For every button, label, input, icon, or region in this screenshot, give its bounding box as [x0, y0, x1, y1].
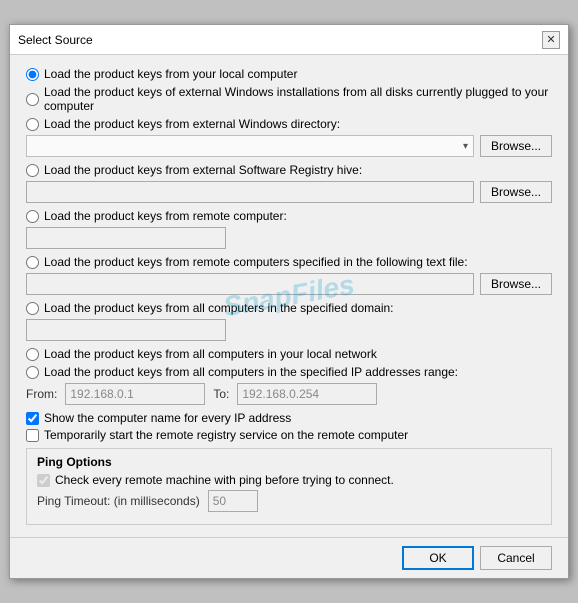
ip-range-row: From: To: — [26, 383, 552, 405]
dialog-inner: Load the product keys from your local co… — [10, 55, 568, 537]
from-label: From: — [26, 387, 57, 401]
ping-timeout-row: Ping Timeout: (in milliseconds) — [37, 490, 541, 512]
option-text-2: Load the product keys of external Window… — [44, 85, 552, 113]
to-label: To: — [213, 387, 229, 401]
domain-input[interactable] — [26, 319, 226, 341]
option-text-6: Load the product keys from remote comput… — [44, 255, 468, 269]
option-row-4: Load the product keys from external Soft… — [26, 163, 552, 177]
dropdown-wrapper-3 — [26, 135, 474, 157]
option-text-7: Load the product keys from all computers… — [44, 301, 394, 315]
checkbox-text-2: Temporarily start the remote registry se… — [44, 428, 408, 442]
option-row-6: Load the product keys from remote comput… — [26, 255, 552, 269]
radio-opt1[interactable] — [26, 68, 39, 81]
checkbox-label-2[interactable]: Temporarily start the remote registry se… — [26, 428, 408, 442]
option-text-9: Load the product keys from all computers… — [44, 365, 458, 379]
radio-opt3[interactable] — [26, 118, 39, 131]
option-label-9[interactable]: Load the product keys from all computers… — [26, 365, 458, 379]
option-row-5: Load the product keys from remote comput… — [26, 209, 552, 223]
to-ip-input[interactable] — [237, 383, 377, 405]
radio-opt8[interactable] — [26, 348, 39, 361]
ping-section: Ping Options Check every remote machine … — [26, 448, 552, 525]
checkbox-label-1[interactable]: Show the computer name for every IP addr… — [26, 411, 291, 425]
option-row-2: Load the product keys of external Window… — [26, 85, 552, 113]
title-bar: Select Source ✕ — [10, 25, 568, 55]
input-row-4: Browse... — [26, 181, 552, 203]
option-label-6[interactable]: Load the product keys from remote comput… — [26, 255, 468, 269]
input-row-7 — [26, 319, 552, 341]
option-row-8: Load the product keys from all computers… — [26, 347, 552, 361]
dialog-title: Select Source — [18, 33, 93, 47]
dropdown-row-3: Browse... — [26, 135, 552, 157]
windows-dir-dropdown[interactable] — [26, 135, 474, 157]
option-row-7: Load the product keys from all computers… — [26, 301, 552, 315]
select-source-dialog: Select Source ✕ Load the product keys fr… — [9, 24, 569, 579]
radio-opt4[interactable] — [26, 164, 39, 177]
checkbox-row-2: Temporarily start the remote registry se… — [26, 428, 552, 442]
option-row-9: Load the product keys from all computers… — [26, 365, 552, 379]
option-label-7[interactable]: Load the product keys from all computers… — [26, 301, 394, 315]
checkbox-text-1: Show the computer name for every IP addr… — [44, 411, 291, 425]
remote-computer-input[interactable] — [26, 227, 226, 249]
radio-opt6[interactable] — [26, 256, 39, 269]
option-text-4: Load the product keys from external Soft… — [44, 163, 362, 177]
option-label-8[interactable]: Load the product keys from all computers… — [26, 347, 377, 361]
browse-btn-4[interactable]: Browse... — [480, 181, 552, 203]
radio-opt2[interactable] — [26, 93, 39, 106]
ping-checkbox-label: Check every remote machine with ping bef… — [37, 473, 394, 487]
option-text-3: Load the product keys from external Wind… — [44, 117, 340, 131]
option-text-8: Load the product keys from all computers… — [44, 347, 377, 361]
close-button[interactable]: ✕ — [542, 31, 560, 49]
input-row-5 — [26, 227, 552, 249]
browse-btn-3[interactable]: Browse... — [480, 135, 552, 157]
option-text-1: Load the product keys from your local co… — [44, 67, 297, 81]
content-area: Load the product keys from your local co… — [10, 55, 568, 537]
footer: OK Cancel — [10, 537, 568, 578]
option-label-5[interactable]: Load the product keys from remote comput… — [26, 209, 287, 223]
input-row-6: Browse... — [26, 273, 552, 295]
radio-opt7[interactable] — [26, 302, 39, 315]
ping-timeout-input[interactable] — [208, 490, 258, 512]
option-label-4[interactable]: Load the product keys from external Soft… — [26, 163, 362, 177]
ok-button[interactable]: OK — [402, 546, 474, 570]
ping-check-checkbox[interactable] — [37, 474, 50, 487]
cancel-button[interactable]: Cancel — [480, 546, 552, 570]
ping-checkbox-row: Check every remote machine with ping bef… — [37, 473, 541, 487]
text-file-input[interactable] — [26, 273, 474, 295]
option-label-2[interactable]: Load the product keys of external Window… — [26, 85, 552, 113]
option-text-5: Load the product keys from remote comput… — [44, 209, 287, 223]
ping-timeout-label: Ping Timeout: (in milliseconds) — [37, 494, 200, 508]
checkbox-ip-name[interactable] — [26, 412, 39, 425]
ping-title: Ping Options — [37, 455, 541, 469]
option-row-1: Load the product keys from your local co… — [26, 67, 552, 81]
radio-opt9[interactable] — [26, 366, 39, 379]
option-label-1[interactable]: Load the product keys from your local co… — [26, 67, 297, 81]
radio-opt5[interactable] — [26, 210, 39, 223]
browse-btn-6[interactable]: Browse... — [480, 273, 552, 295]
checkbox-registry-service[interactable] — [26, 429, 39, 442]
from-ip-input[interactable] — [65, 383, 205, 405]
ping-check-text: Check every remote machine with ping bef… — [55, 473, 394, 487]
registry-hive-input[interactable] — [26, 181, 474, 203]
option-label-3[interactable]: Load the product keys from external Wind… — [26, 117, 340, 131]
option-row-3: Load the product keys from external Wind… — [26, 117, 552, 131]
checkbox-row-1: Show the computer name for every IP addr… — [26, 411, 552, 425]
